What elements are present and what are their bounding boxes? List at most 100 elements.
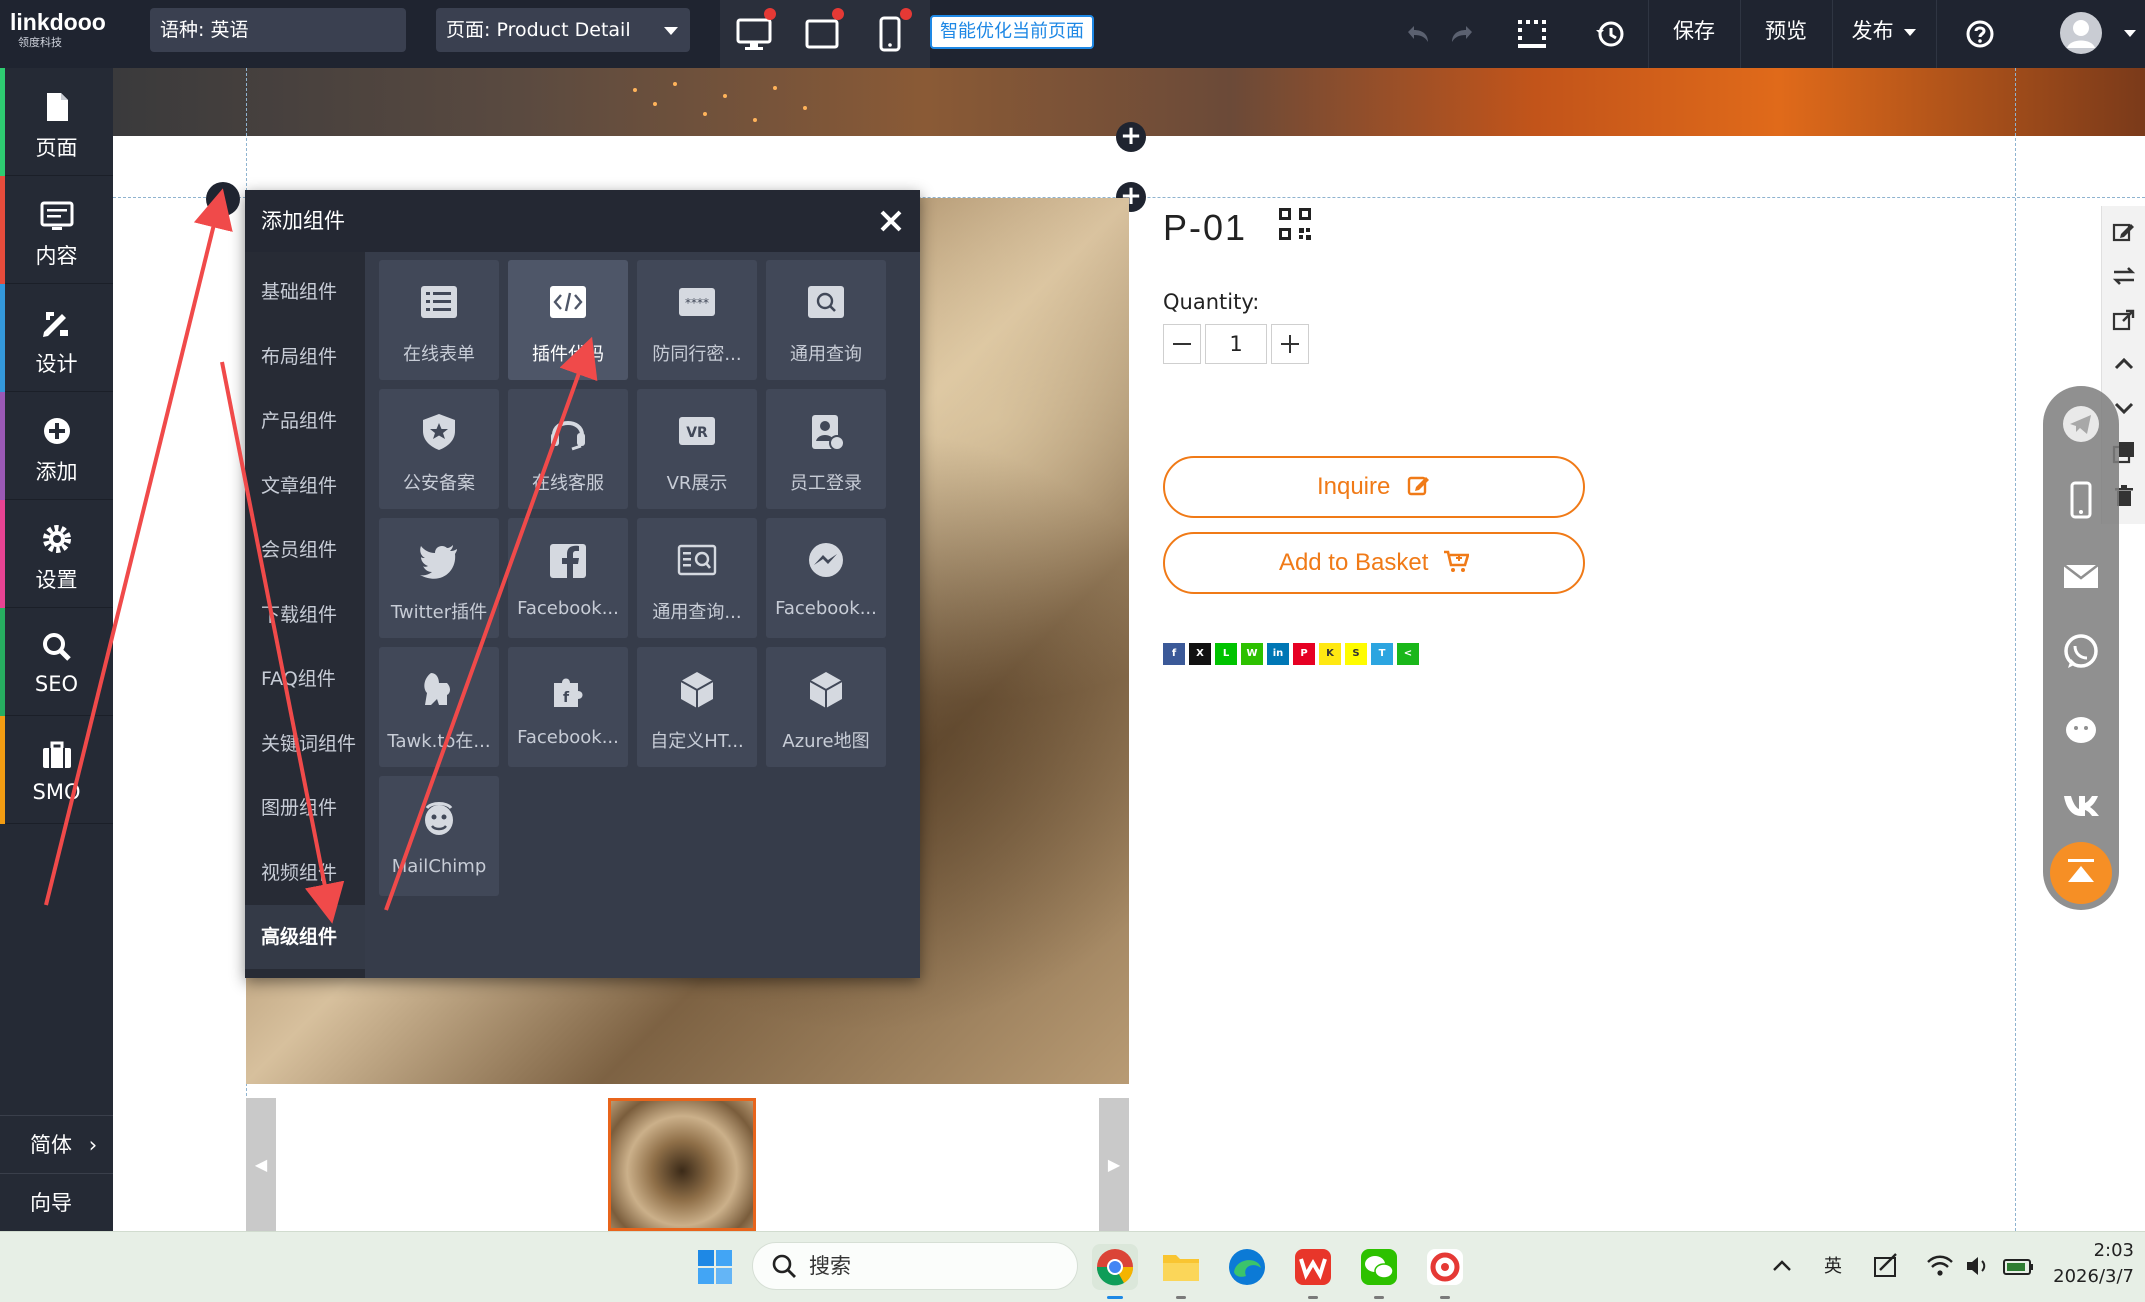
category-item[interactable]: 图册组件 xyxy=(245,776,365,840)
category-item[interactable]: 产品组件 xyxy=(245,389,365,453)
user-avatar[interactable] xyxy=(2058,10,2104,56)
sidebar-item-content[interactable]: 内容 xyxy=(0,176,113,284)
quantity-input[interactable]: 1 xyxy=(1205,324,1267,364)
sidebar-item-smo[interactable]: SMO xyxy=(0,716,113,824)
taskbar-wechat[interactable] xyxy=(1356,1244,1402,1299)
pen-tablet-icon[interactable] xyxy=(1872,1252,1900,1280)
mail-icon[interactable] xyxy=(2061,556,2101,596)
sidebar-item-add[interactable]: 添加 xyxy=(0,392,113,500)
inquire-button[interactable]: Inquire xyxy=(1163,456,1585,518)
kakaotalk-share-icon[interactable]: K xyxy=(1319,643,1341,665)
undo-button[interactable] xyxy=(1398,14,1438,54)
sidebar-item-seo[interactable]: SEO xyxy=(0,608,113,716)
component-tile[interactable]: 自定义HT... xyxy=(637,647,757,767)
category-item[interactable]: 文章组件 xyxy=(245,454,365,518)
edit-icon[interactable] xyxy=(2112,220,2136,244)
language-switch[interactable]: 简体 › xyxy=(0,1115,113,1173)
preview-button[interactable]: 预览 xyxy=(1742,0,1830,68)
swap-icon[interactable] xyxy=(2112,264,2136,288)
sidebar-item-page[interactable]: 页面 xyxy=(0,68,113,176)
publish-button[interactable]: 发布 xyxy=(1834,0,1934,68)
category-item[interactable]: 下载组件 xyxy=(245,583,365,647)
taskbar-wps[interactable] xyxy=(1290,1244,1336,1299)
history-button[interactable] xyxy=(1590,14,1630,54)
sharethis-share-icon[interactable]: < xyxy=(1397,643,1419,665)
external-link-icon[interactable] xyxy=(2112,308,2136,332)
qq-icon[interactable] xyxy=(2061,708,2101,748)
user-menu-button[interactable] xyxy=(2116,14,2144,54)
back-to-top-button[interactable] xyxy=(2050,842,2112,904)
mobile-view-button[interactable] xyxy=(870,8,912,54)
component-tile[interactable]: Azure地图 xyxy=(766,647,886,767)
linkedin-share-icon[interactable]: in xyxy=(1267,643,1289,665)
mobile-icon[interactable] xyxy=(2061,480,2101,520)
grid-toggle-button[interactable] xyxy=(1512,14,1552,54)
quantity-increase-button[interactable] xyxy=(1271,324,1309,364)
ime-indicator[interactable]: 英 xyxy=(1812,1252,1842,1278)
component-tile[interactable]: VR VR展示 xyxy=(637,389,757,509)
x-share-icon[interactable]: X xyxy=(1189,643,1211,665)
category-item[interactable]: 关键词组件 xyxy=(245,712,365,776)
language-select[interactable]: 语种: 英语 xyxy=(150,8,406,52)
category-item[interactable]: 基础组件 xyxy=(245,260,365,324)
add-section-button[interactable]: + xyxy=(1116,122,1146,152)
component-tile[interactable]: MailChimp xyxy=(379,776,499,896)
close-icon[interactable] xyxy=(876,206,906,236)
telegram-share-icon[interactable]: T xyxy=(1371,643,1393,665)
component-tile[interactable]: 公安备案 xyxy=(379,389,499,509)
smart-optimize-button[interactable]: 智能优化当前页面 xyxy=(930,15,1094,49)
selection-handle[interactable] xyxy=(206,182,240,216)
wifi-icon[interactable] xyxy=(1926,1252,1954,1280)
clock-date[interactable]: 2026/3/7 xyxy=(2040,1266,2134,1287)
guide-button[interactable]: 向导 xyxy=(0,1173,113,1231)
desktop-view-button[interactable] xyxy=(734,8,776,54)
component-tile[interactable]: 在线表单 xyxy=(379,260,499,380)
battery-icon[interactable] xyxy=(2002,1252,2034,1280)
product-thumbnail[interactable] xyxy=(608,1098,756,1231)
taskbar-app-snail[interactable] xyxy=(1422,1244,1468,1299)
thumb-prev-button[interactable]: ◀ xyxy=(246,1098,276,1231)
vk-icon[interactable] xyxy=(2061,784,2101,824)
telegram-icon[interactable] xyxy=(2061,404,2101,444)
category-item[interactable]: 会员组件 xyxy=(245,518,365,582)
whatsapp-icon[interactable] xyxy=(2061,632,2101,672)
save-button[interactable]: 保存 xyxy=(1650,0,1738,68)
add-to-basket-button[interactable]: Add to Basket xyxy=(1163,532,1585,594)
wechat-share-icon[interactable]: W xyxy=(1241,643,1263,665)
chevron-up-icon[interactable] xyxy=(2112,352,2136,376)
page-select[interactable]: 页面: Product Detail xyxy=(436,8,690,52)
snapchat-share-icon[interactable]: S xyxy=(1345,643,1367,665)
redo-button[interactable] xyxy=(1442,14,1482,54)
component-tile[interactable]: **** 防同行密... xyxy=(637,260,757,380)
clock-time[interactable]: 2:03 xyxy=(2040,1240,2134,1261)
line-share-icon[interactable]: L xyxy=(1215,643,1237,665)
volume-icon[interactable] xyxy=(1964,1252,1992,1280)
quantity-decrease-button[interactable] xyxy=(1163,324,1201,364)
tablet-view-button[interactable] xyxy=(802,8,844,54)
taskbar-search[interactable]: 搜索 xyxy=(752,1242,1078,1290)
category-item[interactable]: 视频组件 xyxy=(245,841,365,905)
facebook-share-icon[interactable]: f xyxy=(1163,643,1185,665)
component-tile[interactable]: 插件代码 xyxy=(508,260,628,380)
taskbar-edge[interactable] xyxy=(1224,1244,1270,1290)
sidebar-item-design[interactable]: 设计 xyxy=(0,284,113,392)
component-tile[interactable]: Facebook... xyxy=(508,518,628,638)
help-button[interactable] xyxy=(1960,14,2000,54)
component-tile[interactable]: Facebook... xyxy=(766,518,886,638)
component-tile[interactable]: 员工登录 xyxy=(766,389,886,509)
windows-start-icon[interactable] xyxy=(692,1244,738,1290)
component-tile[interactable]: 在线客服 xyxy=(508,389,628,509)
sidebar-item-settings[interactable]: 设置 xyxy=(0,500,113,608)
qr-code-icon[interactable] xyxy=(1277,206,1313,242)
component-tile[interactable]: 通用查询... xyxy=(637,518,757,638)
taskbar-file-explorer[interactable] xyxy=(1158,1244,1204,1299)
category-item[interactable]: FAQ组件 xyxy=(245,647,365,711)
chevron-up-icon[interactable] xyxy=(1770,1254,1794,1278)
taskbar-chrome[interactable] xyxy=(1092,1244,1138,1299)
pinterest-share-icon[interactable]: P xyxy=(1293,643,1315,665)
category-item[interactable]: 布局组件 xyxy=(245,325,365,389)
component-tile[interactable]: 通用查询 xyxy=(766,260,886,380)
component-tile[interactable]: f Facebook... xyxy=(508,647,628,767)
category-item[interactable]: 高级组件 xyxy=(245,905,365,969)
component-tile[interactable]: Twitter插件 xyxy=(379,518,499,638)
